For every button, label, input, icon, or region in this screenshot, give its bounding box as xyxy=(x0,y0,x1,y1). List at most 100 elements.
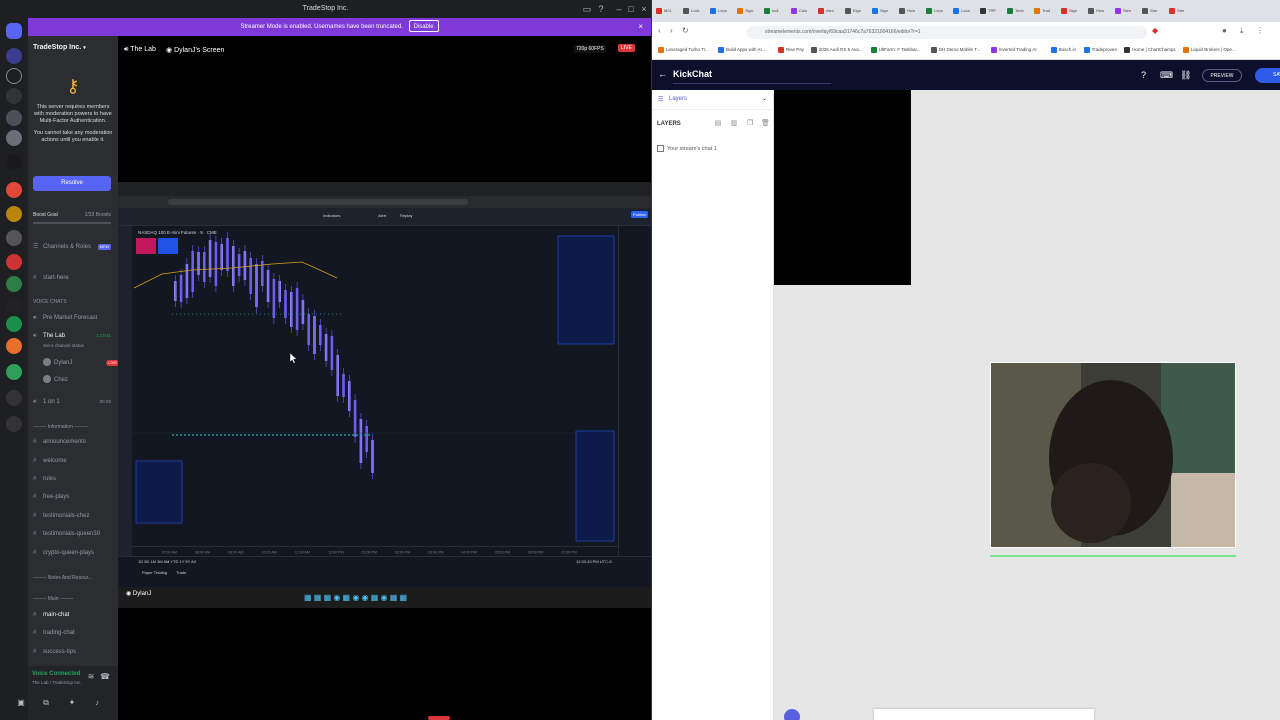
noise-suppression-icon[interactable]: ≋ xyxy=(86,672,96,682)
browser-tab[interactable]: Stre xyxy=(1169,4,1189,18)
channel-free-plays[interactable]: # free-plays xyxy=(33,491,115,503)
bookmark-item[interactable]: Rise Pay xyxy=(778,47,804,53)
channel-status[interactable]: Set a channel status xyxy=(43,340,125,352)
bookmark-item[interactable]: Build Apps with AI ... xyxy=(718,47,767,53)
voice-connected-sub[interactable]: The Lab / TradeStop Inc. xyxy=(32,680,82,685)
browser-tab[interactable]: Sten xyxy=(1115,4,1135,18)
browser-tab[interactable]: Alex xyxy=(818,4,838,18)
browser-tab[interactable]: Sign xyxy=(872,4,892,18)
category-information[interactable]: -------- Information -------- xyxy=(33,424,87,430)
keyboard-icon[interactable]: ⌨ xyxy=(1160,70,1173,81)
folder-icon[interactable]: ▤ xyxy=(714,120,722,128)
canvas-bottom-toolbar[interactable] xyxy=(874,709,1094,720)
channel-welcome[interactable]: # welcome xyxy=(33,455,115,467)
link-icon[interactable]: ⛓ xyxy=(1180,70,1191,81)
close-icon[interactable]: × xyxy=(637,0,651,18)
server-icon[interactable] xyxy=(6,68,22,84)
inbox-icon[interactable]: ▭ xyxy=(580,0,594,18)
server-icon[interactable] xyxy=(6,130,22,146)
tv-trade-tab[interactable]: Trade xyxy=(176,570,186,575)
back-icon[interactable]: ‹ xyxy=(658,26,661,35)
server-icon[interactable] xyxy=(6,416,22,432)
browser-tab[interactable]: Lock xyxy=(683,4,703,18)
bookmark-item[interactable]: Tradeproven xyxy=(1083,47,1117,53)
tv-sell-button[interactable] xyxy=(136,238,156,254)
server-icon[interactable] xyxy=(6,298,22,314)
server-icon[interactable] xyxy=(6,110,22,126)
server-icon[interactable] xyxy=(6,390,22,406)
voice-channel-pre-market[interactable]: 🔊︎ Pre Market Forecast xyxy=(33,312,115,324)
voice-user-dylanj[interactable]: DylanJ LIVE xyxy=(43,357,125,369)
browser-tab[interactable]: Loca xyxy=(953,4,973,18)
screenshare-icon[interactable]: ⧉ xyxy=(41,698,51,708)
bookmark-item[interactable]: Liquid Brokers | Ope... xyxy=(1183,47,1236,53)
bookmark-item[interactable]: UltFarm: F Taskbar... xyxy=(870,47,920,53)
layer-item[interactable]: Your stream's chat 1 xyxy=(657,145,717,152)
browser-tab[interactable]: Elgo xyxy=(845,4,865,18)
server-icon[interactable] xyxy=(6,364,22,380)
help-chat-bubble[interactable] xyxy=(784,709,800,720)
browser-tab[interactable]: Loca xyxy=(710,4,730,18)
end-call-button[interactable] xyxy=(428,716,450,720)
category-voice-chats[interactable]: VOICE CHATS xyxy=(33,299,67,305)
layers-panel-header[interactable]: ☰ Layers ⌄ xyxy=(652,90,774,110)
browser-tab[interactable]: Trad xyxy=(1034,4,1054,18)
preview-button[interactable]: PREVIEW xyxy=(1202,69,1242,82)
bookmark-item[interactable]: Inverted Trading AI xyxy=(990,47,1037,53)
tv-buy-button[interactable] xyxy=(158,238,178,254)
activity-icon[interactable]: ✦ xyxy=(67,698,77,708)
save-button[interactable]: SAVE xyxy=(1255,68,1280,83)
server-icon[interactable] xyxy=(6,254,22,270)
browser-tab[interactable]: Colo xyxy=(791,4,811,18)
soundboard-icon[interactable]: ♪ xyxy=(92,698,102,708)
tv-replay-button[interactable]: Replay xyxy=(400,213,412,218)
channel-announcements[interactable]: # announcements xyxy=(33,436,115,448)
tv-range-buttons[interactable]: 1D 5D 1M 3M 6M YTD 1Y 5Y All xyxy=(138,559,196,564)
browser-tab[interactable]: Indi xyxy=(764,4,784,18)
kebab-menu-icon[interactable]: ⋮ xyxy=(1256,26,1264,35)
channel-main-chat[interactable]: # main-chat xyxy=(33,609,115,621)
server-name[interactable]: TradeStop Inc. ▾ xyxy=(33,44,113,56)
channels-roles-item[interactable]: ☰ Channels & Roles NEW xyxy=(33,241,115,253)
tv-order-panel[interactable] xyxy=(557,235,615,345)
duplicate-icon[interactable]: ❐ xyxy=(746,120,754,128)
stream-screen-label[interactable]: ◉ DylanJ's Screen xyxy=(166,46,224,54)
browser-tab[interactable]: MCL xyxy=(656,4,676,18)
channel-testimonials-chez[interactable]: # testimonials-chez xyxy=(33,510,115,522)
disable-streamer-mode-button[interactable]: Disable xyxy=(408,20,439,32)
bookmark-item[interactable]: 2026 Audi RS 6 Ava... xyxy=(810,47,863,53)
chat-widget-preview[interactable] xyxy=(774,90,911,285)
profile-icon[interactable]: ● xyxy=(1222,26,1227,35)
tv-indicators-button[interactable]: Indicators xyxy=(323,213,340,218)
chevron-down-icon[interactable]: ⌄ xyxy=(762,95,767,102)
reload-icon[interactable]: ↻ xyxy=(682,26,689,35)
boost-goal[interactable]: Boost Goal 2/33 Boosts xyxy=(33,212,111,220)
forward-icon[interactable]: › xyxy=(670,26,673,35)
maximize-icon[interactable]: □ xyxy=(624,0,638,18)
browser-tab[interactable]: Sign xyxy=(1061,4,1081,18)
overlay-canvas[interactable] xyxy=(774,90,1280,720)
voice-channel-1on1[interactable]: 🔊︎ 1 on 1 00 02 xyxy=(33,396,115,408)
bookmark-item[interactable]: Home | ChartChamps xyxy=(1124,47,1176,53)
server-icon[interactable] xyxy=(6,48,22,64)
bookmark-item[interactable]: DH Demo Mobile T... xyxy=(930,47,980,53)
arrow-left-icon[interactable]: ← xyxy=(658,69,667,79)
server-icon[interactable] xyxy=(6,338,22,354)
bookmark-item[interactable]: Bosch.in xyxy=(1050,47,1076,53)
bookmark-item[interactable]: Leveraged Turbo Tr... xyxy=(658,47,709,53)
server-icon[interactable] xyxy=(6,316,22,332)
channel-success-tips[interactable]: # success-tips xyxy=(33,646,115,658)
extension-icon[interactable]: ◆ xyxy=(1152,26,1158,35)
browser-tab[interactable]: How xyxy=(899,4,919,18)
camera-icon[interactable]: ▣ xyxy=(16,698,26,708)
shared-screen-tradingview[interactable]: Indicators Alert Replay Publish NASDAQ 1… xyxy=(118,182,651,608)
channel-start-here[interactable]: # start-here xyxy=(33,272,115,284)
trash-icon[interactable]: 🗑︎ xyxy=(761,120,770,128)
server-ts-icon[interactable] xyxy=(6,88,22,104)
tv-alert-button[interactable]: Alert xyxy=(378,213,386,218)
disconnect-icon[interactable]: ☎ xyxy=(100,672,110,682)
server-icon[interactable] xyxy=(6,276,22,292)
tv-paper-trading-tab[interactable]: Paper Trading xyxy=(142,570,167,575)
category-notes[interactable]: -------- Notes And Resour... xyxy=(33,575,92,581)
tv-publish-button[interactable]: Publish xyxy=(631,211,649,218)
